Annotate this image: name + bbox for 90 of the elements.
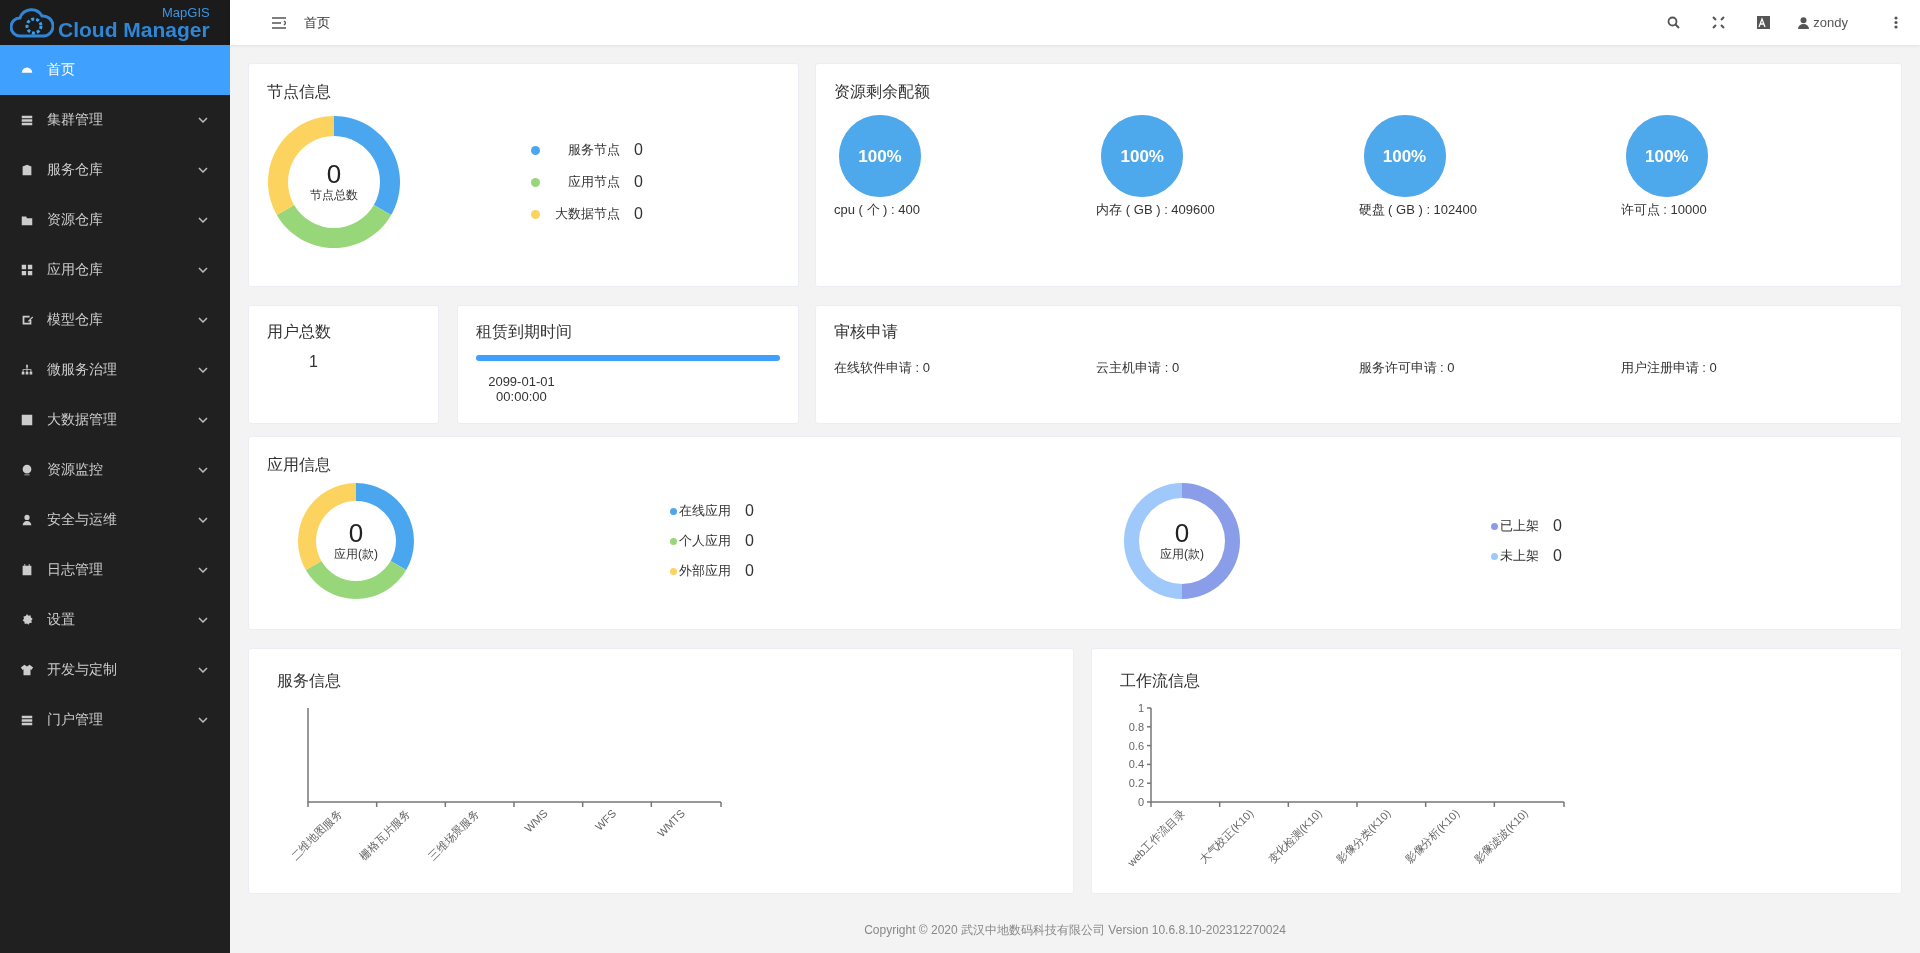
axis-label: web工作流目录 <box>1125 806 1187 869</box>
legend-label: 服务节点 <box>567 141 620 159</box>
brand-name: MapGIS <box>162 5 210 19</box>
card-title: 节点信息 <box>267 82 332 102</box>
more-icon[interactable] <box>1894 16 1898 29</box>
card-title: 用户总数 <box>267 322 332 342</box>
sidebar-item[interactable]: 集群管理 <box>0 95 230 145</box>
request-count: 服务许可申请 : 0 <box>1358 359 1456 377</box>
card-title: 服务信息 <box>277 671 342 691</box>
card-title: 租赁到期时间 <box>476 322 574 342</box>
axis-label: 栅格瓦片服务 <box>357 806 413 863</box>
total-label: 应用(款) <box>334 545 378 563</box>
sitemap-icon <box>20 363 34 377</box>
sidebar-item[interactable]: 资源监控 <box>0 445 230 495</box>
sidebar-item[interactable]: 资源仓库 <box>0 195 230 245</box>
quota-label: 内存 ( GB ) : 409600 <box>1096 201 1215 219</box>
request-count: 在线软件申请 : 0 <box>834 359 932 377</box>
percent-value: 100% <box>1120 147 1164 165</box>
search-icon[interactable] <box>1667 16 1681 29</box>
sidebar-item[interactable]: 应用仓库 <box>0 245 230 295</box>
breadcrumb[interactable]: 首页 <box>304 13 330 32</box>
card-title: 资源剩余配额 <box>834 82 931 102</box>
legend-value: 0 <box>745 502 754 520</box>
axis-tick-label: 0.6 <box>1128 739 1144 752</box>
axis-label: 三维场景服务 <box>425 806 482 863</box>
shirt-icon <box>20 663 34 677</box>
axis-tick-label: 0.8 <box>1128 720 1144 733</box>
legend-label: 大数据节点 <box>554 205 620 223</box>
sidebar-item[interactable]: 日志管理 <box>0 545 230 595</box>
server-icon <box>20 713 34 727</box>
legend-label: 外部应用 <box>679 562 731 580</box>
request-count: 云主机申请 : 0 <box>1096 359 1181 377</box>
sidebar-item[interactable]: 开发与定制 <box>0 645 230 695</box>
legend-label: 个人应用 <box>679 532 731 550</box>
sidebar-item[interactable]: 微服务治理 <box>0 345 230 395</box>
fullscreen-icon[interactable] <box>1712 16 1726 29</box>
grid-icon <box>20 263 34 277</box>
axis-tick-label: 0.2 <box>1128 777 1144 790</box>
translate-icon[interactable] <box>1757 16 1771 29</box>
user-menu[interactable]: zondy <box>1798 15 1848 30</box>
webcam-icon <box>20 463 34 477</box>
card-title: 审核申请 <box>834 322 899 342</box>
quota-label: cpu ( 个 ) : 400 <box>834 201 920 219</box>
axis-label: 二维地图服务 <box>288 806 344 863</box>
legend-label: 应用节点 <box>567 173 620 191</box>
user-name: zondy <box>1813 15 1848 30</box>
sidebar-item[interactable]: 大数据管理 <box>0 395 230 445</box>
total-label: 节点总数 <box>310 186 358 204</box>
menu-icon[interactable] <box>272 16 286 29</box>
sidebar-item[interactable]: 设置 <box>0 595 230 645</box>
copyright-text: Copyright © 2020 武汉中地数码科技有限公司 Version 10.6.8.10-202312270024 <box>863 922 1287 939</box>
legend-label: 已上架 <box>1500 517 1539 535</box>
percent-value: 100% <box>1382 147 1427 165</box>
legend-value: 0 <box>1553 517 1562 535</box>
percent-value: 100% <box>858 147 902 165</box>
edit-icon <box>20 313 34 327</box>
legend-value: 0 <box>634 141 643 159</box>
total-count: 0 <box>348 519 364 546</box>
legend-label: 未上架 <box>1500 547 1539 565</box>
calendar-icon <box>20 563 34 577</box>
axis-tick-label: 0 <box>1137 796 1144 808</box>
cloud-gear-icon <box>10 5 54 40</box>
sidebar-item[interactable]: 门户管理 <box>0 695 230 745</box>
legend-value: 0 <box>745 532 754 550</box>
total-label: 应用(款) <box>1160 545 1204 563</box>
user-count: 1 <box>309 353 319 371</box>
expiry-time: 2099-01-01 00:00:00 <box>487 375 556 405</box>
legend-value: 0 <box>634 205 643 223</box>
user-icon <box>1798 16 1810 29</box>
sidebar-item[interactable]: 安全与运维 <box>0 495 230 545</box>
legend-value: 0 <box>745 562 754 580</box>
card-title: 工作流信息 <box>1120 671 1201 691</box>
total-count: 0 <box>1174 519 1190 546</box>
quota-label: 硬盘 ( GB ) : 102400 <box>1358 201 1477 219</box>
legend-value: 0 <box>634 173 643 191</box>
sidebar-item[interactable]: 服务仓库 <box>0 145 230 195</box>
user-icon <box>20 513 34 527</box>
request-count: 用户注册申请 : 0 <box>1620 359 1718 377</box>
legend-value: 0 <box>1553 547 1562 565</box>
gear-icon <box>20 613 34 627</box>
server-icon <box>20 113 34 127</box>
axis-tick-label: 0.4 <box>1128 758 1144 771</box>
quota-label: 许可点 : 10000 <box>1620 201 1707 219</box>
card-title: 应用信息 <box>267 455 332 475</box>
sidebar-item[interactable]: 模型仓库 <box>0 295 230 345</box>
percent-value: 100% <box>1645 147 1689 165</box>
axis-tick-label: 1 <box>1137 702 1144 714</box>
total-count: 0 <box>326 160 342 187</box>
legend-label: 在线应用 <box>679 502 731 520</box>
product-name: Cloud Manager <box>58 18 210 40</box>
